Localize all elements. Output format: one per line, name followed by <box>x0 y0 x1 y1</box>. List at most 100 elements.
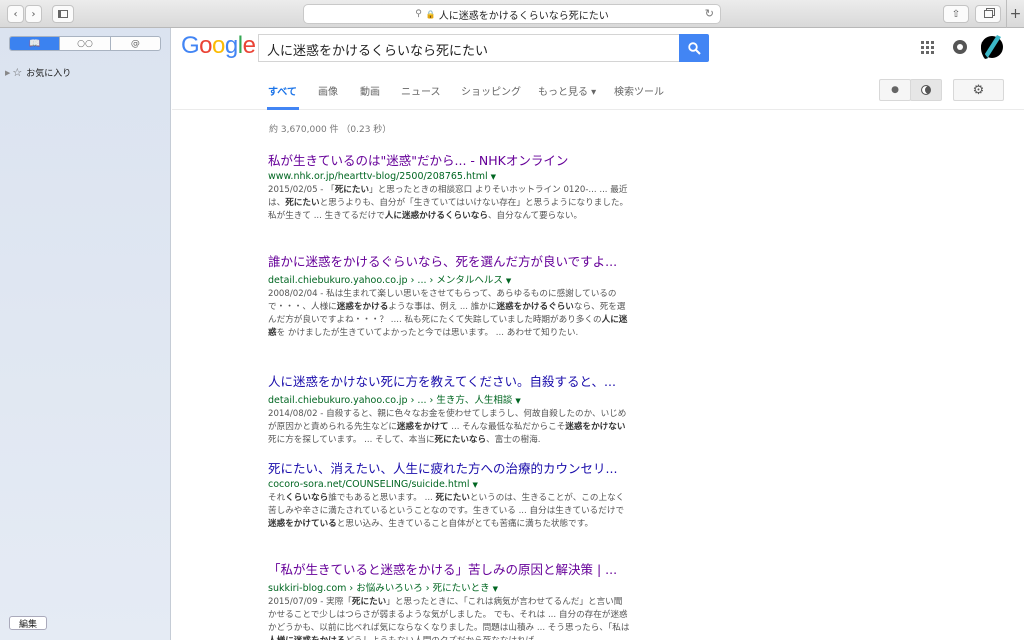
at-icon: @ <box>130 38 140 49</box>
snippet-highlight: 迷惑をかける <box>336 302 389 312</box>
result-url-text: detail.chiebukuro.yahoo.co.jp › ... › メン… <box>268 275 503 286</box>
reading-list-tab[interactable]: ○○ <box>59 37 109 50</box>
avatar[interactable] <box>979 33 1005 61</box>
result-menu-arrow-icon[interactable]: ▼ <box>472 481 477 489</box>
plus-icon: + <box>1009 6 1022 22</box>
private-results-button[interactable]: ● <box>879 79 911 101</box>
share-icon: ⇧ <box>951 8 961 20</box>
snippet-highlight: 迷惑をかけて <box>396 422 449 432</box>
forward-button[interactable]: › <box>25 5 42 23</box>
search-tab[interactable]: もっと見る ▾ <box>538 83 596 98</box>
logo-letter: g <box>224 32 238 59</box>
tabs-icon <box>983 10 993 18</box>
chevron-left-icon: ‹ <box>13 8 18 20</box>
search-result: 誰かに迷惑をかけるぐらいなら、死を選んだ方が良いですよ... detail.chi… <box>268 251 630 340</box>
tabs-overview-button[interactable] <box>975 5 1001 23</box>
snippet-text: 2015/02/05 - 「 <box>268 185 335 195</box>
result-url-text: detail.chiebukuro.yahoo.co.jp › ... › 生き… <box>268 395 513 406</box>
bookmarks-sidebar: 📖 ○○ @ ▶ ☆ お気に入り 編集 <box>0 28 171 640</box>
result-snippet: 2015/02/05 - 「死にたい」と思ったときの相談窓口 よりそいホットライ… <box>268 184 630 223</box>
search-icon <box>687 41 701 55</box>
search-tab[interactable]: 動画 <box>360 83 380 98</box>
settings-button[interactable]: ⚙ <box>953 79 1004 101</box>
result-menu-arrow-icon[interactable]: ▼ <box>493 585 498 593</box>
apps-grid-icon[interactable] <box>921 41 934 54</box>
snippet-highlight: 死にたいなら <box>434 435 487 445</box>
search-tab[interactable]: 画像 <box>318 83 338 98</box>
result-snippet: 2014/08/02 - 自殺すると、親に色々なお金を使わせてしまうし、何故自殺… <box>268 408 630 447</box>
result-url-text: www.nhk.or.jp/hearttv-blog/2500/208765.h… <box>268 171 488 182</box>
search-result: 「私が生きていると迷惑をかける」苦しみの原因と解決策 | ... sukkiri-… <box>268 559 630 640</box>
reload-icon[interactable]: ↻ <box>705 7 714 20</box>
result-snippet: 2015/07/09 - 実際「死にたい」と思ったときに、「これは病気が言わせて… <box>268 596 630 640</box>
search-tab[interactable]: すべて <box>268 83 297 98</box>
snippet-highlight: 死にたい <box>334 185 370 195</box>
snippet-highlight: 迷惑をかけない <box>565 422 626 432</box>
result-snippet: それくらいなら誰でもあると思います。 ... 死にたいというのは、生きることが、… <box>268 492 630 531</box>
sidebar-icon <box>58 10 68 18</box>
notifications-icon[interactable] <box>953 40 967 54</box>
globe-icon <box>921 85 931 95</box>
sidebar-segmented-control: 📖 ○○ @ <box>9 36 161 51</box>
search-tab[interactable]: 検索ツール <box>614 83 664 98</box>
snippet-text: ような事は、例え ... 誰かに <box>388 302 497 312</box>
snippet-text: 死に方を探しています。 ... そして、本当に <box>268 435 435 445</box>
search-result: 死にたい、消えたい、人生に疲れた方への治療的カウンセリ... cocoro-sor… <box>268 458 630 531</box>
search-tab[interactable]: ショッピング <box>461 83 521 98</box>
bookmarks-tab[interactable]: 📖 <box>10 37 60 50</box>
result-url: detail.chiebukuro.yahoo.co.jp › ... › 生き… <box>268 392 630 406</box>
edit-button[interactable]: 編集 <box>9 616 47 630</box>
snippet-highlight: 死にたい <box>285 198 320 208</box>
global-results-button[interactable] <box>910 79 942 101</box>
snippet-text: 、自分なんて要らない。 <box>487 211 583 221</box>
logo-letter: o <box>199 32 213 59</box>
new-tab-button[interactable]: + <box>1006 0 1024 28</box>
search-tab[interactable]: ニュース <box>401 83 441 98</box>
address-text: 人に迷惑をかけるくらいなら死にたい <box>438 10 609 22</box>
result-menu-arrow-icon[interactable]: ▼ <box>515 397 520 405</box>
snippet-text: ... そんな最低な私だからこそ <box>448 422 566 432</box>
result-url: www.nhk.or.jp/hearttv-blog/2500/208765.h… <box>268 171 630 182</box>
search-result: 人に迷惑をかけない死に方を教えてください。自殺すると、... detail.chi… <box>268 371 630 447</box>
result-url: sukkiri-blog.com › お悩みいろいろ › 死にたいとき ▼ <box>268 580 630 594</box>
snippet-text: どうしようもない人間のクズだから死ななければ... <box>345 636 542 640</box>
share-button[interactable]: ⇧ <box>943 5 969 23</box>
snippet-highlight: 迷惑をかけるぐらい <box>496 302 574 312</box>
result-url-text: cocoro-sora.net/COUNSELING/suicide.html <box>268 479 470 490</box>
shared-links-tab[interactable]: @ <box>109 37 160 50</box>
back-button[interactable]: ‹ <box>7 5 24 23</box>
snippet-highlight: くらいなら <box>285 493 329 503</box>
result-url-text: sukkiri-blog.com › お悩みいろいろ › 死にたいとき <box>268 583 490 594</box>
search-button[interactable] <box>679 34 709 62</box>
google-logo[interactable]: Google <box>181 32 256 60</box>
result-menu-arrow-icon[interactable]: ▼ <box>491 173 496 181</box>
result-title-link[interactable]: 「私が生きていると迷惑をかける」苦しみの原因と解決策 | ... <box>268 559 630 578</box>
favorites-label: お気に入り <box>26 69 72 79</box>
disclosure-triangle-icon[interactable]: ▶ <box>5 69 10 77</box>
result-title-link[interactable]: 死にたい、消えたい、人生に疲れた方への治療的カウンセリ... <box>268 458 630 477</box>
snippet-highlight: 迷惑をかけている <box>268 519 337 529</box>
snippet-text: を かけましたが生きていてよかったと今では思います。 ... あわせて知りたい. <box>276 328 579 338</box>
result-title-link[interactable]: 私が生きているのは"迷惑"だから... - NHKオンライン <box>268 150 630 169</box>
gear-icon: ⚙ <box>972 82 985 98</box>
address-bar[interactable]: ⚲ 🔒 人に迷惑をかけるくらいなら死にたい ↻ <box>303 4 721 24</box>
result-title-link[interactable]: 人に迷惑をかけない死に方を教えてください。自殺すると、... <box>268 371 630 390</box>
snippet-text: 、富士の樹海. <box>486 435 541 445</box>
search-result: 私が生きているのは"迷惑"だから... - NHKオンライン www.nhk.or… <box>268 150 630 223</box>
result-menu-arrow-icon[interactable]: ▼ <box>506 277 511 285</box>
active-tab-indicator <box>267 107 299 110</box>
snippet-highlight: 死にたい <box>351 597 387 607</box>
search-input[interactable]: 人に迷惑をかけるくらいなら死にたい <box>258 34 679 62</box>
star-icon: ☆ <box>12 66 23 79</box>
result-url: detail.chiebukuro.yahoo.co.jp › ... › メン… <box>268 272 630 286</box>
snippet-text: と思い込み、生きていること自体がとても苦痛に満ちた状態です。 <box>336 519 594 529</box>
chevron-right-icon: › <box>31 8 36 20</box>
result-title-link[interactable]: 誰かに迷惑をかけるぐらいなら、死を選んだ方が良いですよ... <box>268 251 630 270</box>
sidebar-toggle-button[interactable] <box>52 5 74 23</box>
result-url: cocoro-sora.net/COUNSELING/suicide.html ▼ <box>268 479 630 490</box>
result-snippet: 2008/02/04 - 私は生まれて楽しい思いをさせてもらって、あらゆるものに… <box>268 288 630 340</box>
snippet-highlight: 人に迷惑かけるくらいなら <box>384 211 488 221</box>
lock-icon: 🔒 <box>425 9 436 19</box>
result-stats: 約 3,670,000 件 （0.23 秒） <box>269 125 392 135</box>
favorites-folder[interactable]: ▶ ☆ お気に入り <box>5 66 71 79</box>
